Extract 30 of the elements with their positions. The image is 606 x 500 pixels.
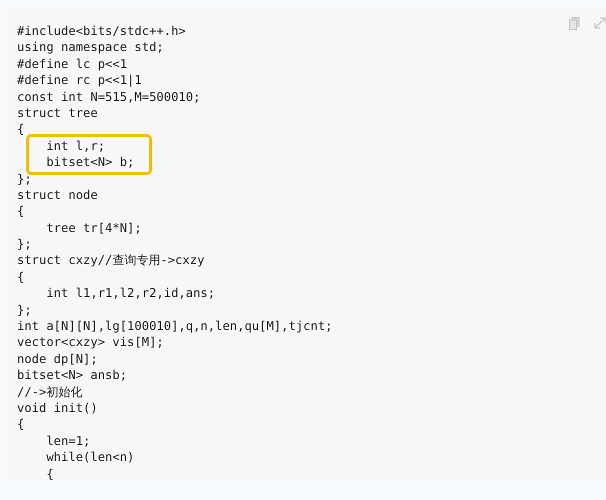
code-line: { [45,466,54,482]
code-line: { [17,416,24,433]
code-line: #define rc p<<1|1 [17,72,142,89]
code-line: #include<bits/stdc++.h> [17,23,186,40]
code-line: }; [17,302,32,318]
code-line: struct node [17,186,98,204]
code-line: int a[N][N],lg[100010],q,n,len,qu[M],tjcnt; [17,318,333,334]
code-line: //->初始化 [17,384,82,400]
expand-icon[interactable] [594,17,606,29]
code-line: const int N=515,M=500010; [17,88,200,105]
code-line: { [17,203,24,220]
code-line: { [17,268,24,286]
code-line: }; [17,170,32,187]
code-line: #define lc p<<1 [17,56,128,72]
code-line: }; [17,236,32,252]
code-line: while(len<n) [45,449,134,466]
code-line: tree tr[4*N]; [45,220,142,236]
code-line: { [17,121,24,138]
code-line: len=1; [45,432,90,450]
code-line: struct tree [17,104,98,122]
code-line: struct cxzy//查询专用->cxzy [17,252,204,269]
code-line: void init() [17,400,98,416]
copy-icon[interactable] [569,17,580,30]
code-line: bitset<N> b; [45,154,134,171]
code-line: int l,r; [45,138,106,154]
code-line: node dp[N]; [17,350,98,368]
code-line: bitset<N> ansb; [17,367,128,384]
code-line: using namespace std; [17,39,164,56]
code-line: vector<cxzy> vis[M]; [17,334,164,351]
code-line: int l1,r1,l2,r2,id,ans; [45,285,216,302]
